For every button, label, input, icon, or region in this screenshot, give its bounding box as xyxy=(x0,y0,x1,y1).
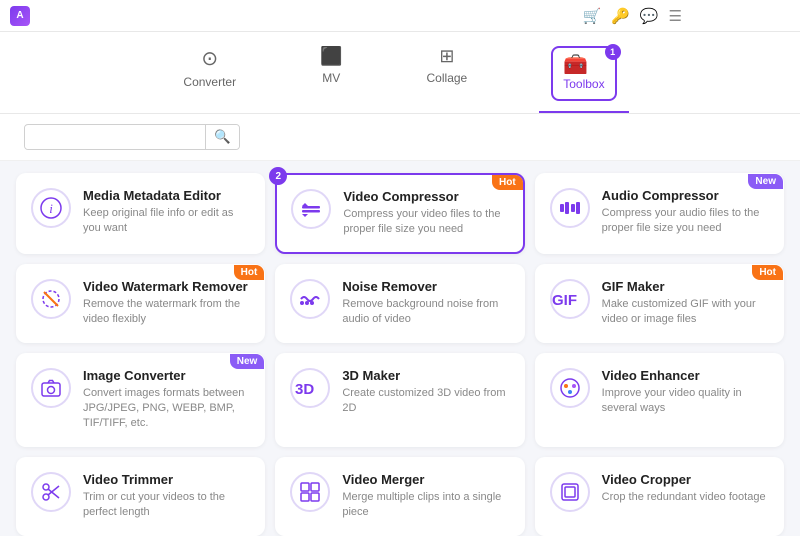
collage-icon: ⊞ xyxy=(439,46,454,67)
app-logo: A xyxy=(10,6,30,26)
tool-card-media-metadata[interactable]: i Media Metadata Editor Keep original fi… xyxy=(16,173,265,254)
tool-title-3d-maker: 3D Maker xyxy=(342,368,509,383)
tool-icon-image-converter xyxy=(31,368,71,408)
tool-body-noise-remover: Noise Remover Remove background noise fr… xyxy=(342,279,509,328)
search-input-wrap: 🔍 xyxy=(24,124,240,150)
tool-card-audio-compressor[interactable]: New Audio Compressor Compress your audio… xyxy=(535,173,784,254)
tool-card-image-converter[interactable]: New Image Converter Convert images forma… xyxy=(16,353,265,447)
tool-desc-gif-maker: Make customized GIF with your video or i… xyxy=(602,297,769,328)
tool-desc-media-metadata: Keep original file info or edit as you w… xyxy=(83,206,250,237)
tool-card-video-trimmer[interactable]: Video Trimmer Trim or cut your videos to… xyxy=(16,457,265,536)
tool-icon-video-cropper xyxy=(550,472,590,512)
tab-collage[interactable]: ⊞ Collage xyxy=(415,40,480,113)
tool-card-video-cropper[interactable]: Video Cropper Crop the redundant video f… xyxy=(535,457,784,536)
tool-body-video-merger: Video Merger Merge multiple clips into a… xyxy=(342,472,509,521)
tab-toolbox-label: Toolbox xyxy=(563,77,604,91)
tool-card-video-compressor[interactable]: 2 Hot Video Compressor Compress your vid… xyxy=(275,173,524,254)
toolbox-icon: 🧰 xyxy=(563,52,604,77)
tool-card-video-watermark[interactable]: Hot Video Watermark Remover Remove the w… xyxy=(16,264,265,343)
search-bar: 🔍 xyxy=(0,114,800,161)
badge-image-converter: New xyxy=(230,354,265,369)
badge-gif-maker: Hot xyxy=(752,265,783,280)
tool-title-audio-compressor: Audio Compressor xyxy=(602,188,769,203)
tool-title-image-converter: Image Converter xyxy=(83,368,250,383)
badge-audio-compressor: New xyxy=(748,174,783,189)
tool-body-image-converter: Image Converter Convert images formats b… xyxy=(83,368,250,432)
tool-title-video-compressor: Video Compressor xyxy=(343,189,508,204)
cart-icon[interactable]: 🛒 xyxy=(582,7,601,25)
tool-icon-video-enhancer xyxy=(550,368,590,408)
tool-icon-noise-remover xyxy=(290,279,330,319)
tool-card-video-enhancer[interactable]: Video Enhancer Improve your video qualit… xyxy=(535,353,784,447)
titlebar: A 🛒 🔑 💬 ☰ xyxy=(0,0,800,32)
tool-desc-image-converter: Convert images formats between JPG/JPEG,… xyxy=(83,386,250,432)
tool-body-video-trimmer: Video Trimmer Trim or cut your videos to… xyxy=(83,472,250,521)
tool-card-video-merger[interactable]: Video Merger Merge multiple clips into a… xyxy=(275,457,524,536)
tool-icon-audio-compressor xyxy=(550,188,590,228)
tool-body-audio-compressor: Audio Compressor Compress your audio fil… xyxy=(602,188,769,237)
tab-converter[interactable]: ⊙ Converter xyxy=(171,40,248,113)
tool-card-noise-remover[interactable]: Noise Remover Remove background noise fr… xyxy=(275,264,524,343)
tool-title-video-trimmer: Video Trimmer xyxy=(83,472,250,487)
menu-icon[interactable]: ☰ xyxy=(669,7,682,25)
tool-body-video-watermark: Video Watermark Remover Remove the water… xyxy=(83,279,250,328)
tool-body-3d-maker: 3D Maker Create customized 3D video from… xyxy=(342,368,509,417)
tool-title-video-cropper: Video Cropper xyxy=(602,472,769,487)
gift-icon[interactable]: 🔑 xyxy=(611,7,630,25)
tab-toolbox[interactable]: 1 🧰 Toolbox xyxy=(539,40,628,113)
tool-icon-gif-maker: GIF xyxy=(550,279,590,319)
tool-desc-audio-compressor: Compress your audio files to the proper … xyxy=(602,206,769,237)
tool-title-video-merger: Video Merger xyxy=(342,472,509,487)
tab-converter-label: Converter xyxy=(183,75,236,89)
tool-icon-video-compressor xyxy=(291,189,331,229)
tool-desc-video-trimmer: Trim or cut your videos to the perfect l… xyxy=(83,490,250,521)
tool-desc-video-enhancer: Improve your video quality in several wa… xyxy=(602,386,769,417)
tab-mv[interactable]: ⬛ MV xyxy=(308,40,354,113)
converter-icon: ⊙ xyxy=(201,46,218,71)
main-nav: ⊙ Converter ⬛ MV ⊞ Collage 1 🧰 Toolbox xyxy=(0,32,800,114)
tool-icon-3d-maker: 3D xyxy=(290,368,330,408)
close-button[interactable] xyxy=(774,8,790,24)
svg-text:GIF: GIF xyxy=(552,292,577,309)
tool-desc-noise-remover: Remove background noise from audio of vi… xyxy=(342,297,509,328)
tool-title-media-metadata: Media Metadata Editor xyxy=(83,188,250,203)
tool-title-video-enhancer: Video Enhancer xyxy=(602,368,769,383)
maximize-button[interactable] xyxy=(748,8,764,24)
tool-desc-video-compressor: Compress your video files to the proper … xyxy=(343,207,508,238)
tool-icon-video-watermark xyxy=(31,279,71,319)
tool-desc-video-merger: Merge multiple clips into a single piece xyxy=(342,490,509,521)
tool-desc-video-cropper: Crop the redundant video footage xyxy=(602,490,769,505)
circle-badge-video-compressor: 2 xyxy=(269,167,287,185)
tool-card-3d-maker[interactable]: 3D 3D Maker Create customized 3D video f… xyxy=(275,353,524,447)
tool-title-noise-remover: Noise Remover xyxy=(342,279,509,294)
tool-icon-video-merger xyxy=(290,472,330,512)
tool-desc-3d-maker: Create customized 3D video from 2D xyxy=(342,386,509,417)
search-button[interactable]: 🔍 xyxy=(205,125,239,149)
svg-text:3D: 3D xyxy=(295,381,314,398)
minimize-button[interactable] xyxy=(722,8,738,24)
badge-video-compressor: Hot xyxy=(492,175,523,190)
badge-video-watermark: Hot xyxy=(234,265,265,280)
tab-collage-label: Collage xyxy=(427,71,468,85)
svg-text:i: i xyxy=(49,201,53,216)
window-controls: 🛒 🔑 💬 ☰ xyxy=(582,7,790,25)
tab-mv-label: MV xyxy=(322,71,340,85)
mv-icon: ⬛ xyxy=(320,46,342,67)
tool-body-video-cropper: Video Cropper Crop the redundant video f… xyxy=(602,472,769,505)
tool-body-media-metadata: Media Metadata Editor Keep original file… xyxy=(83,188,250,237)
tool-card-gif-maker[interactable]: Hot GIF GIF Maker Make customized GIF wi… xyxy=(535,264,784,343)
search-input[interactable] xyxy=(25,126,205,149)
tool-body-video-enhancer: Video Enhancer Improve your video qualit… xyxy=(602,368,769,417)
tool-icon-media-metadata: i xyxy=(31,188,71,228)
tools-grid: i Media Metadata Editor Keep original fi… xyxy=(0,161,800,536)
tool-desc-video-watermark: Remove the watermark from the video flex… xyxy=(83,297,250,328)
toolbox-badge: 1 xyxy=(605,44,621,60)
chat-icon[interactable]: 💬 xyxy=(640,7,659,25)
tool-title-gif-maker: GIF Maker xyxy=(602,279,769,294)
tool-body-video-compressor: Video Compressor Compress your video fil… xyxy=(343,189,508,238)
tool-body-gif-maker: GIF Maker Make customized GIF with your … xyxy=(602,279,769,328)
tool-title-video-watermark: Video Watermark Remover xyxy=(83,279,250,294)
tool-icon-video-trimmer xyxy=(31,472,71,512)
